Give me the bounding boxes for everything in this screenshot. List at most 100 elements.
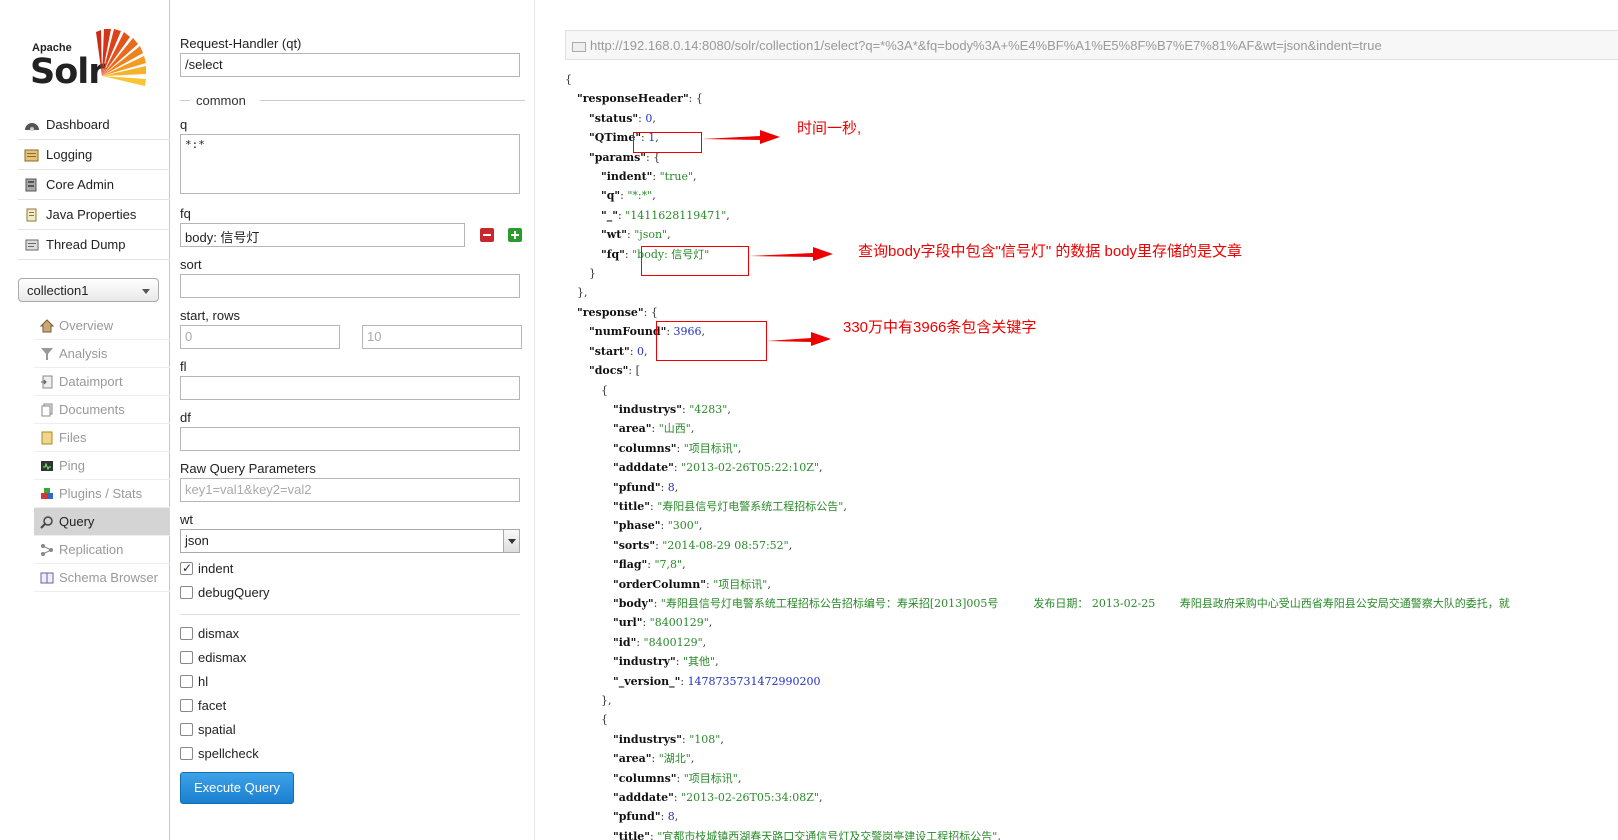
json-key: "wt" (601, 228, 628, 242)
json-punct: , (737, 771, 742, 785)
nav-dataimport[interactable]: Dataimport (34, 368, 170, 396)
json-punct: , (843, 499, 847, 513)
json-punct: } (589, 267, 596, 281)
fq-highlight-box (641, 246, 749, 276)
nav-label: Thread Dump (46, 237, 126, 252)
nav-files[interactable]: Files (34, 424, 170, 452)
indent-checkbox[interactable] (180, 561, 193, 575)
sort-input[interactable] (180, 274, 520, 298)
start-rows-label: start, rows (180, 308, 240, 323)
execute-query-button[interactable]: Execute Query (180, 772, 294, 804)
json-line: "industry": "其他", (565, 652, 1510, 671)
start-input[interactable]: 0 (180, 325, 340, 349)
nav-label: Plugins / Stats (59, 486, 143, 501)
fq-arrow-icon (749, 247, 833, 261)
nav-analysis[interactable]: Analysis (34, 340, 170, 368)
query-url-link[interactable]: http://192.168.0.14:8080/solr/collection… (565, 30, 1618, 60)
json-key: "fq" (601, 247, 625, 261)
json-key: "area" (613, 422, 652, 436)
nav-schema-browser[interactable]: Schema Browser (34, 564, 170, 592)
q-textarea[interactable]: *:* (180, 134, 520, 194)
json-value: "8400129" (649, 616, 709, 630)
nav-core-admin[interactable]: Core Admin (18, 170, 170, 200)
json-key: "adddate" (613, 791, 674, 805)
json-value: 8 (667, 480, 675, 494)
debugquery-label: debugQuery (198, 585, 270, 600)
core-selector[interactable]: collection1 (18, 278, 159, 302)
json-value: "108" (689, 732, 721, 746)
add-fq-icon[interactable] (508, 228, 522, 242)
json-key: "response" (577, 305, 644, 319)
spatial-checkbox[interactable] (180, 723, 193, 736)
json-punct: : { (643, 305, 658, 319)
json-key: "columns" (613, 441, 677, 455)
spellcheck-checkbox[interactable] (180, 747, 193, 760)
form-divider (180, 614, 520, 615)
sidebar: Apache Solr Dashboard Logging Core Admin… (0, 0, 170, 840)
json-value: "json" (634, 228, 668, 242)
documents-icon (40, 403, 54, 417)
nav-plugins-stats[interactable]: Plugins / Stats (34, 480, 170, 508)
nav-dashboard[interactable]: Dashboard (18, 110, 170, 140)
fl-label: fl (180, 359, 187, 374)
main-nav: Dashboard Logging Core Admin Java Proper… (18, 110, 170, 260)
fq-input[interactable]: body: 信号灯 (180, 223, 465, 247)
df-label: df (180, 410, 191, 425)
nav-logging[interactable]: Logging (18, 140, 170, 170)
json-line: "title": "宜都市枝城镇西湖春天路口交通信号灯及交警岗亭建设工程招标公告… (565, 827, 1510, 840)
json-punct: , (819, 461, 823, 475)
nav-replication[interactable]: Replication (34, 536, 170, 564)
json-key: "_" (601, 208, 618, 222)
json-line: { (565, 70, 1510, 89)
json-punct: , (720, 732, 724, 746)
wt-select[interactable]: json (180, 529, 520, 553)
solr-logo[interactable]: Apache Solr (30, 26, 150, 92)
json-punct: , (652, 111, 656, 125)
qtime-highlight-box (633, 132, 702, 153)
facet-label: facet (198, 698, 227, 713)
rows-input[interactable]: 10 (362, 325, 522, 349)
nav-java-properties[interactable]: Java Properties (18, 200, 170, 230)
dismax-checkbox[interactable] (180, 627, 193, 640)
nav-query[interactable]: Query (34, 508, 170, 536)
df-input[interactable] (180, 427, 520, 451)
numfound-highlight-box (656, 321, 767, 361)
json-key: "title" (613, 499, 650, 513)
facet-checkbox[interactable] (180, 699, 193, 712)
json-key: "columns" (613, 771, 677, 785)
nav-label: Query (59, 514, 95, 529)
json-value: "2013-02-26T05:22:10Z" (681, 461, 820, 475)
json-punct: : (651, 752, 659, 766)
nav-thread-dump[interactable]: Thread Dump (18, 230, 170, 260)
hl-checkbox[interactable] (180, 675, 193, 688)
json-punct: , (682, 558, 686, 572)
json-response: {"responseHeader": {"status": 0, "QTime":… (565, 70, 1510, 840)
json-key: "pfund" (613, 810, 661, 824)
nav-documents[interactable]: Documents (34, 396, 170, 424)
json-line: "body": "寿阳县信号灯电警系统工程招标公告招标编号：寿采招[2013]0… (565, 594, 1510, 613)
fl-input[interactable] (180, 376, 520, 400)
json-value: "300" (667, 519, 699, 533)
json-line: }, (565, 283, 1510, 302)
nav-ping[interactable]: Ping (34, 452, 170, 480)
json-punct: , (652, 189, 656, 203)
json-line: "industrys": "108", (565, 730, 1510, 749)
json-value: "宜都市枝城镇西湖春天路口交通信号灯及交警岗亭建设工程招标公告" (657, 829, 998, 840)
nav-overview[interactable]: Overview (34, 312, 170, 340)
debugquery-checkbox[interactable] (180, 586, 193, 599)
query-icon (40, 515, 54, 529)
json-punct: }, (601, 694, 612, 707)
json-punct: : (652, 170, 660, 184)
handler-input[interactable]: /select (180, 53, 520, 77)
edismax-checkbox[interactable] (180, 651, 193, 664)
edismax-label: edismax (198, 650, 247, 665)
json-line: "params": { (565, 148, 1510, 167)
json-line: "pfund": 8, (565, 478, 1510, 497)
json-punct: : (676, 441, 684, 455)
json-punct: : (651, 422, 659, 436)
json-key: "orderColumn" (613, 577, 706, 591)
raw-params-input[interactable]: key1=val1&key2=val2 (180, 478, 520, 502)
remove-fq-icon[interactable] (480, 228, 494, 242)
numfound-annotation: 330万中有3966条包含关键字 (843, 319, 1037, 336)
json-punct: , (674, 810, 679, 824)
